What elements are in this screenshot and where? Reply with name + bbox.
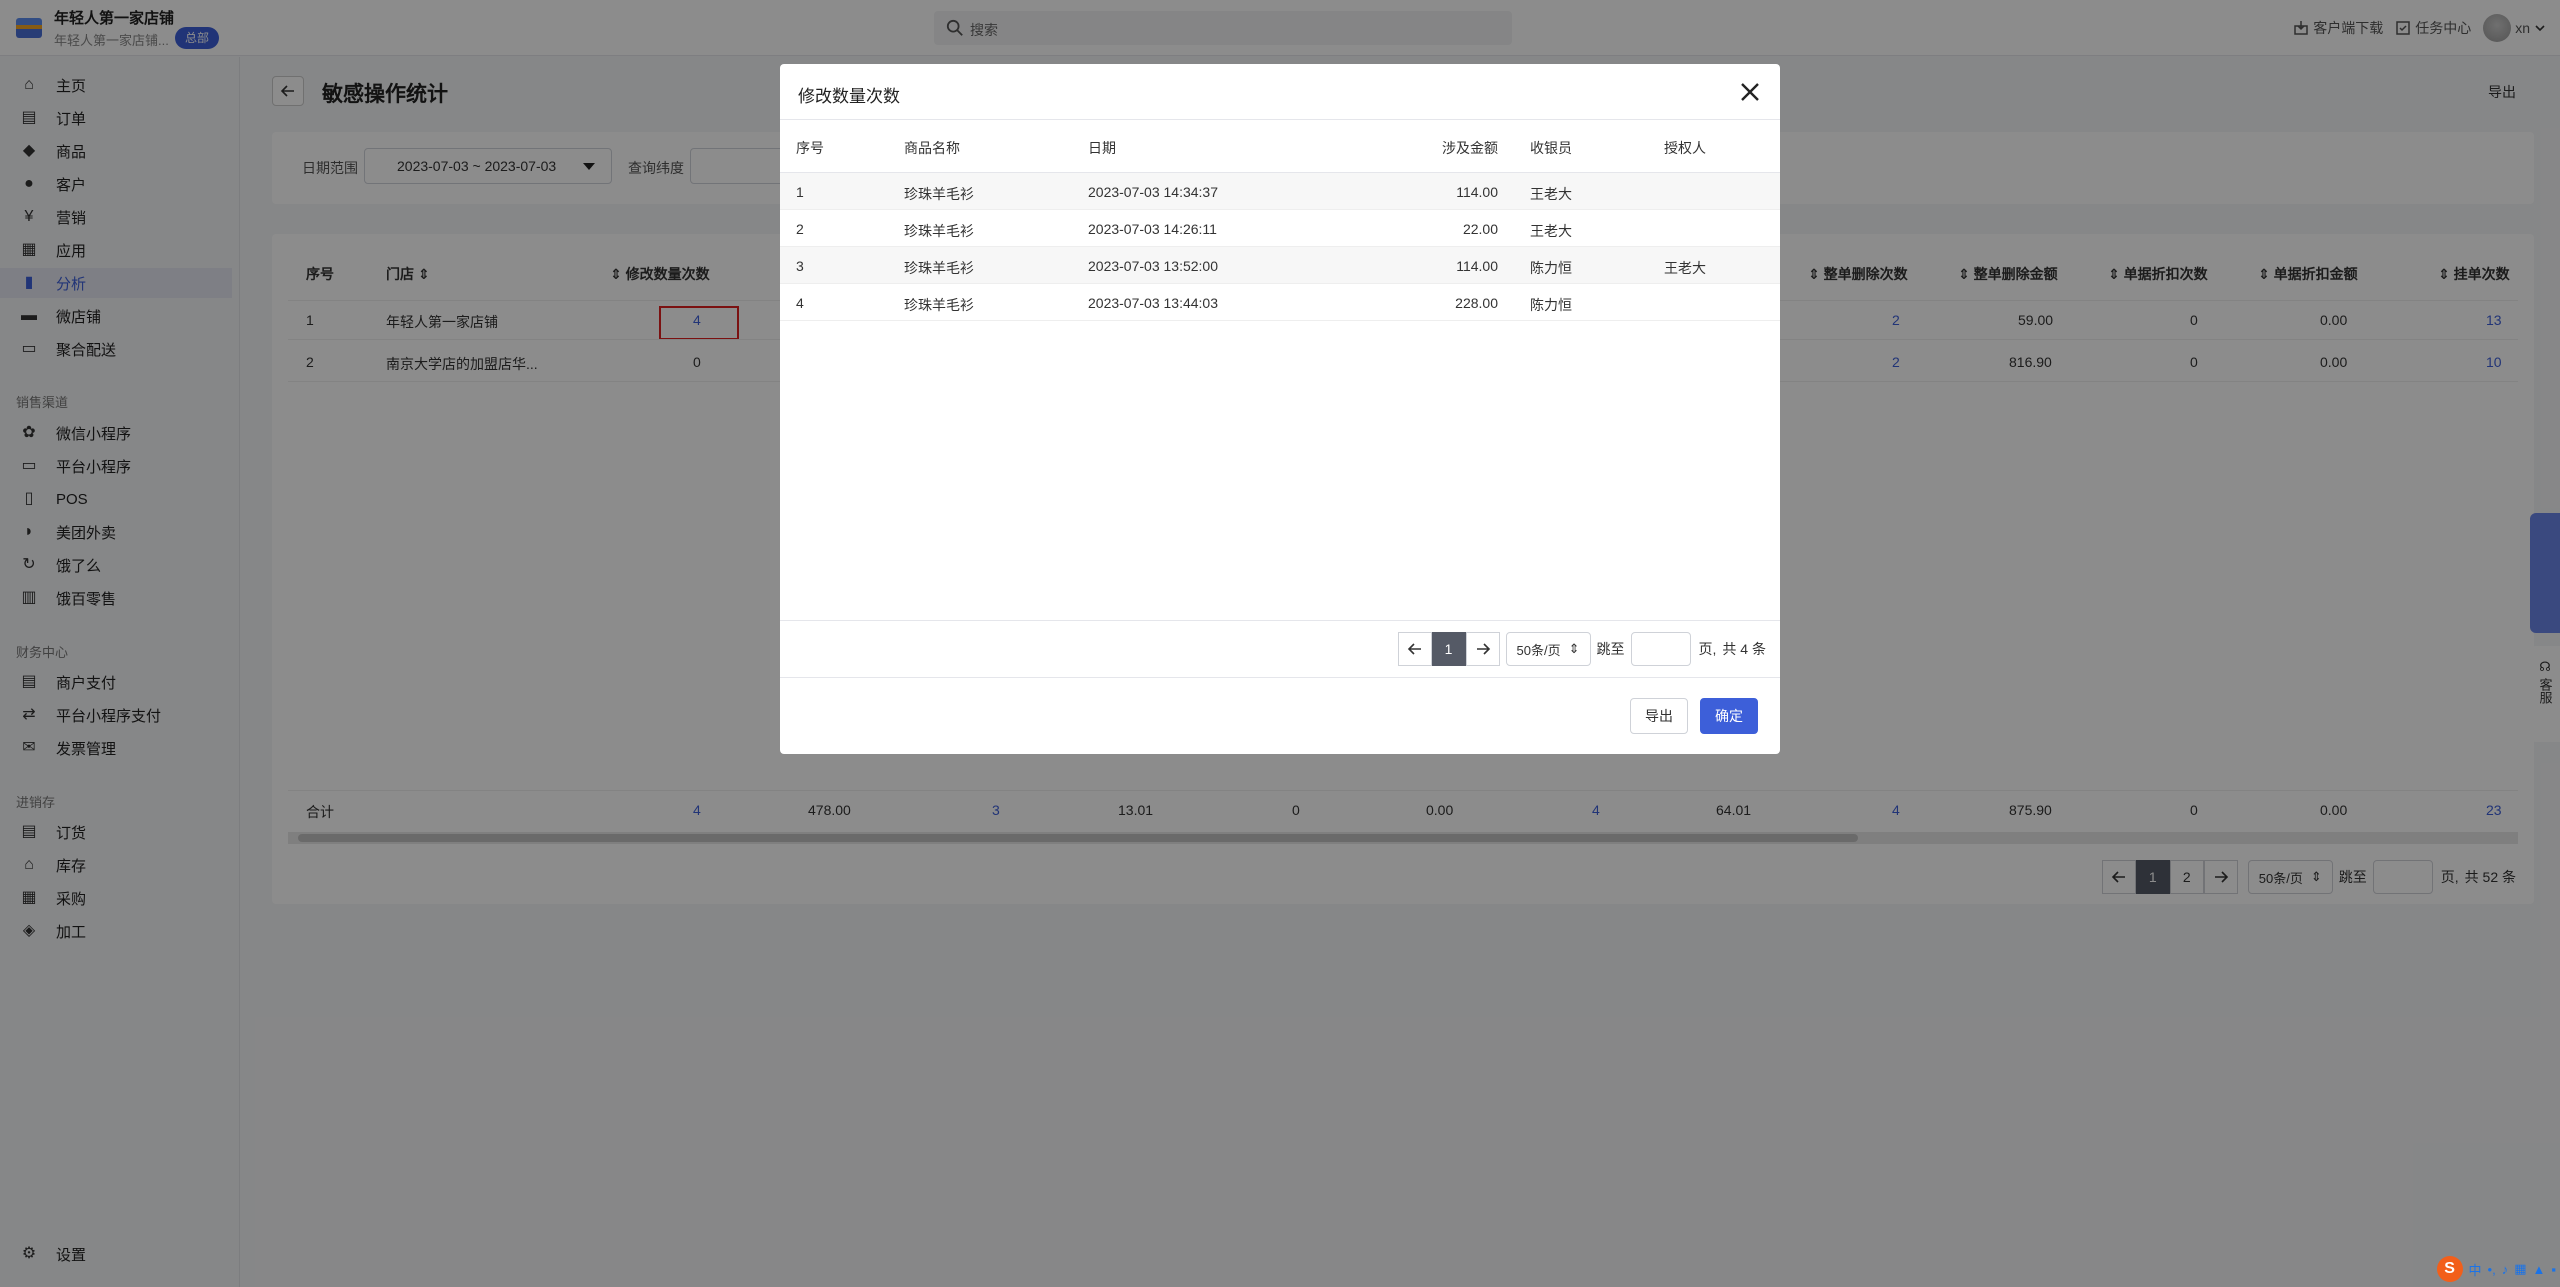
close-icon[interactable] — [1736, 78, 1764, 106]
cell-no: 2 — [796, 221, 804, 237]
cell-amount: 114.00 — [1456, 184, 1498, 200]
modal-pagination: 1 50条/页 ⇕ 跳至 页, 共 4 条 — [1397, 632, 1766, 666]
jump-label: 跳至 — [1596, 641, 1625, 657]
prev-page-button[interactable] — [1397, 632, 1432, 666]
modal-col-date: 日期 — [1088, 140, 1116, 156]
divider — [780, 620, 1780, 621]
page-button[interactable]: 1 — [1431, 632, 1466, 666]
modal-export-button[interactable]: 导出 — [1630, 698, 1688, 734]
arrow-left-icon — [1407, 643, 1421, 655]
cell-no: 4 — [796, 295, 804, 311]
arrow-right-icon — [1476, 643, 1490, 655]
table-row: 3 珍珠羊毛衫 2023-07-03 13:52:00 114.00 陈力恒 王… — [780, 247, 1780, 284]
detail-modal: 修改数量次数 序号 商品名称 日期 涉及金额 收银员 授权人 1 珍珠羊毛衫 2… — [780, 64, 1780, 754]
cell-product: 珍珠羊毛衫 — [904, 223, 974, 239]
modal-col-cashier: 收银员 — [1530, 140, 1572, 156]
modal-confirm-button[interactable]: 确定 — [1700, 698, 1758, 734]
mic-icon: ♪ — [2501, 1261, 2509, 1277]
ime-lang: 中 — [2468, 1262, 2482, 1278]
modal-col-no: 序号 — [796, 140, 824, 156]
sort-caret-icon: ⇕ — [1568, 641, 1580, 656]
table-row: 2 珍珠羊毛衫 2023-07-03 14:26:11 22.00 王老大 — [780, 210, 1780, 247]
cell-date: 2023-07-03 14:34:37 — [1088, 184, 1218, 200]
divider — [780, 119, 1780, 120]
next-page-button[interactable] — [1465, 632, 1500, 666]
keyboard-icon: ▦ — [2514, 1261, 2527, 1276]
cell-no: 3 — [796, 258, 804, 274]
cell-cashier: 陈力恒 — [1530, 260, 1572, 276]
page-unit: 页, — [1698, 641, 1717, 657]
punctuation-icon: •, — [2487, 1261, 2496, 1277]
modal-col-authorizer: 授权人 — [1664, 140, 1706, 156]
modal-col-product: 商品名称 — [904, 140, 960, 156]
modal-col-amount: 涉及金额 — [1442, 140, 1498, 156]
divider — [780, 677, 1780, 678]
cell-product: 珍珠羊毛衫 — [904, 186, 974, 202]
cell-amount: 228.00 — [1455, 295, 1498, 311]
cell-cashier: 王老大 — [1530, 223, 1572, 239]
sogou-icon: S — [2436, 1256, 2463, 1282]
ime-toolbar[interactable]: S 中 •, ♪ ▦ ▲ ▪ — [2436, 1256, 2556, 1282]
grid-icon: ▪ — [2551, 1261, 2556, 1277]
cell-cashier: 陈力恒 — [1530, 297, 1572, 313]
cell-date: 2023-07-03 14:26:11 — [1088, 221, 1217, 237]
total-count: 共 4 条 — [1722, 641, 1766, 657]
table-row: 4 珍珠羊毛衫 2023-07-03 13:44:03 228.00 陈力恒 — [780, 284, 1780, 321]
cell-authorizer: 王老大 — [1664, 260, 1706, 276]
table-row: 1 珍珠羊毛衫 2023-07-03 14:34:37 114.00 王老大 — [780, 173, 1780, 210]
jump-input[interactable] — [1630, 632, 1691, 666]
cell-product: 珍珠羊毛衫 — [904, 297, 974, 313]
cell-amount: 22.00 — [1462, 221, 1498, 237]
cell-amount: 114.00 — [1456, 258, 1498, 274]
cell-cashier: 王老大 — [1530, 186, 1572, 202]
modal-title: 修改数量次数 — [798, 87, 900, 106]
cell-date: 2023-07-03 13:52:00 — [1088, 258, 1218, 274]
cell-product: 珍珠羊毛衫 — [904, 260, 974, 276]
cell-no: 1 — [796, 184, 804, 200]
page-size-select[interactable]: 50条/页 ⇕ — [1505, 632, 1591, 666]
shirt-icon: ▲ — [2532, 1261, 2546, 1277]
cell-date: 2023-07-03 13:44:03 — [1088, 295, 1218, 311]
